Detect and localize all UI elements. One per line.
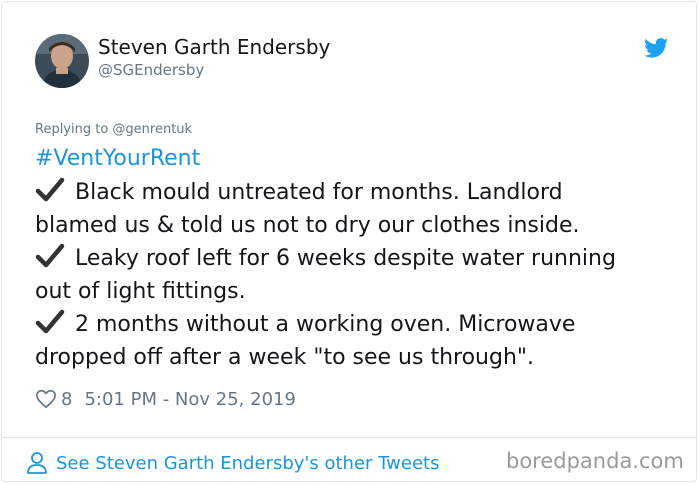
check-mark-icon (35, 243, 65, 268)
heart-icon[interactable] (35, 388, 57, 410)
tweet-text: Leaky roof left for 6 weeks despite wate… (75, 246, 616, 271)
tweet-line-3: Leaky roof left for 6 weeks despite wate… (35, 242, 616, 275)
other-tweets-label[interactable]: See Steven Garth Endersby's other Tweets (56, 453, 439, 474)
author-handle[interactable]: @SGEndersby (98, 61, 204, 79)
tweet-line-6: dropped off after a week "to see us thro… (35, 341, 534, 374)
author-name[interactable]: Steven Garth Endersby (98, 35, 330, 59)
tweet-line-5: 2 months without a working oven. Microwa… (35, 308, 575, 341)
like-count[interactable]: 8 (61, 389, 72, 410)
tweet-line-2: blamed us & told us not to dry our cloth… (35, 209, 580, 242)
tweet-text: out of light fittings. (35, 279, 246, 304)
reply-context[interactable]: Replying to @genrentuk (35, 122, 192, 137)
check-mark-icon (35, 177, 65, 202)
check-mark-icon (35, 309, 65, 334)
tweet-line-1: Black mould untreated for months. Landlo… (35, 176, 563, 209)
tweet-meta: 8 5:01 PM - Nov 25, 2019 (35, 387, 296, 411)
avatar-image (35, 34, 89, 88)
avatar[interactable] (35, 34, 89, 88)
tweet-text: Black mould untreated for months. Landlo… (75, 180, 563, 205)
tweet-timestamp[interactable]: 5:01 PM - Nov 25, 2019 (84, 389, 295, 410)
person-icon (27, 452, 47, 474)
tweet-text: 2 months without a working oven. Microwa… (75, 312, 576, 337)
hashtag-link[interactable]: #VentYourRent (35, 146, 200, 171)
tweet-card: Steven Garth Endersby @SGEndersby Replyi… (1, 1, 697, 482)
other-tweets-link[interactable]: See Steven Garth Endersby's other Tweets (26, 450, 439, 476)
footer-divider (2, 437, 696, 438)
tweet-line-4: out of light fittings. (35, 275, 246, 308)
watermark: boredpanda.com (506, 449, 684, 473)
tweet-text: blamed us & told us not to dry our cloth… (35, 213, 580, 238)
tweet-text: dropped off after a week "to see us thro… (35, 345, 535, 370)
twitter-bird-icon[interactable] (644, 38, 669, 58)
